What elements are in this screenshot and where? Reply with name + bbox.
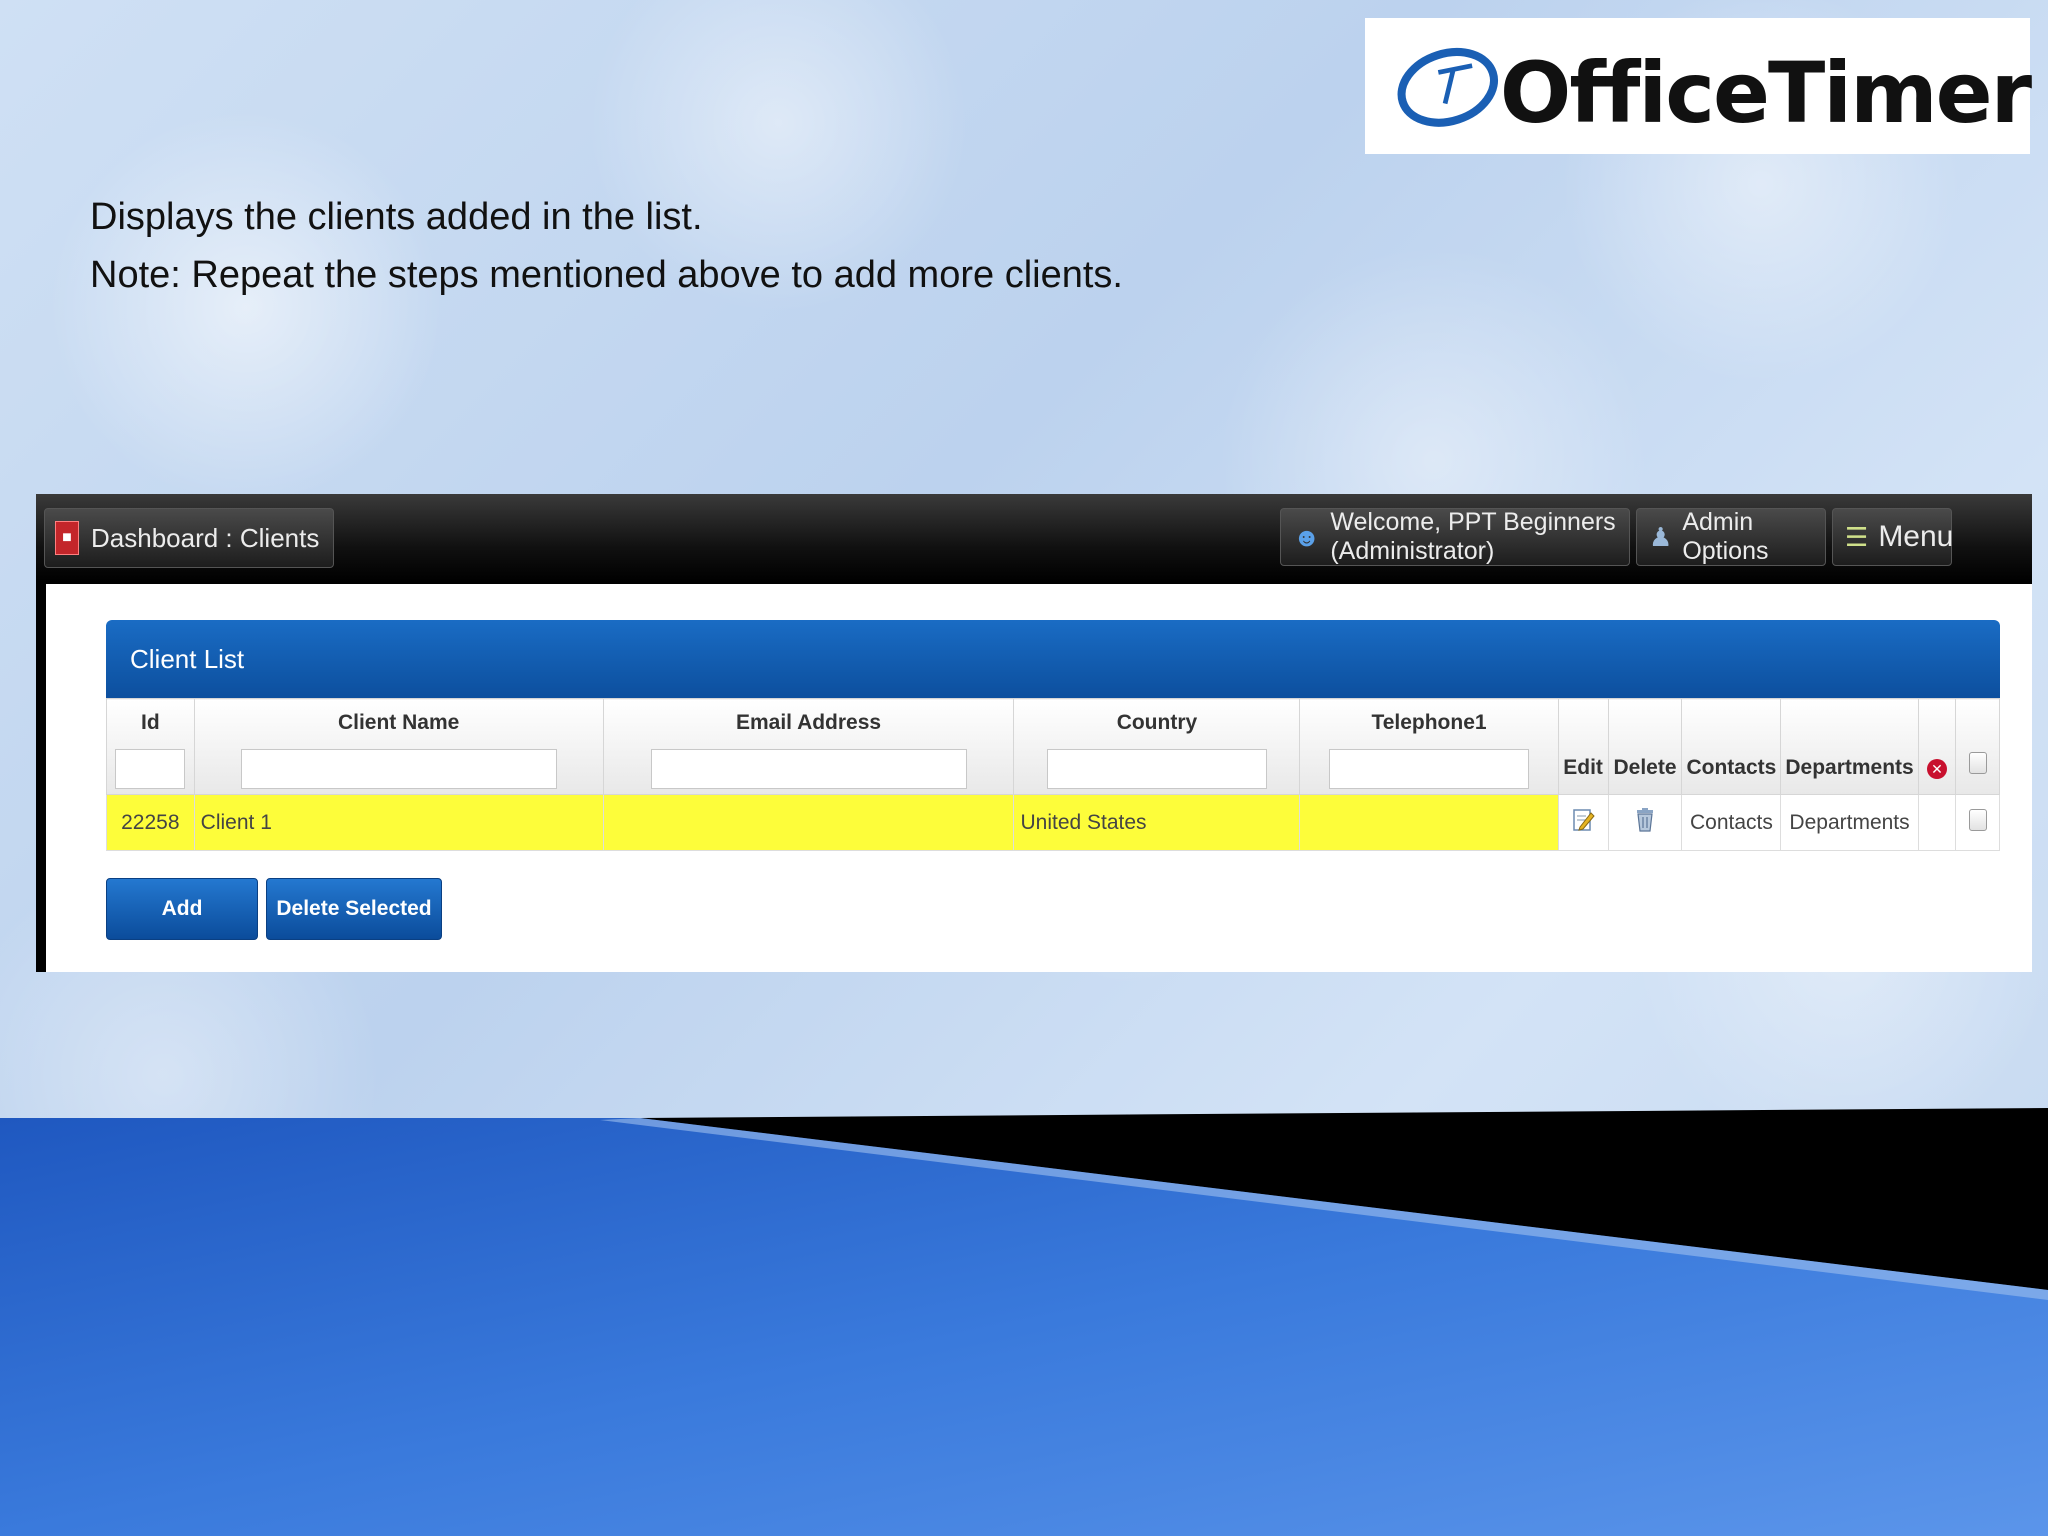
column-label-id: Id — [141, 711, 160, 734]
intro-line-2: Note: Repeat the steps mentioned above t… — [90, 254, 1123, 296]
edit-icon[interactable] — [1571, 807, 1595, 833]
filter-input-telephone[interactable] — [1329, 749, 1529, 789]
admin-options-label: Admin Options — [1682, 508, 1769, 565]
column-label-contacts: Contacts — [1686, 756, 1777, 779]
welcome-label: Welcome, PPT Beginners (Administrator) — [1330, 508, 1616, 565]
menu-button[interactable]: ☰ Menu — [1832, 508, 1954, 566]
column-header-contacts: Contacts — [1681, 698, 1782, 795]
cell-id: 22258 — [106, 794, 195, 851]
column-label-telephone: Telephone1 — [1371, 711, 1487, 734]
delete-all-icon[interactable]: ✕ — [1927, 759, 1948, 779]
clock-logo-icon — [1397, 47, 1499, 127]
brand-name: OfficeTimer — [1499, 44, 2032, 142]
filter-input-id[interactable] — [115, 749, 186, 789]
column-header-delete: Delete — [1607, 698, 1683, 795]
column-header-select-all — [1955, 698, 2000, 795]
user-icon: ☻ — [1293, 521, 1321, 552]
column-header-delete-all: ✕ — [1917, 698, 1957, 795]
column-header-departments: Departments — [1780, 698, 1919, 795]
menu-label: Menu — [1878, 520, 1954, 553]
breadcrumb-label: Dashboard : Clients — [91, 522, 320, 553]
table-row[interactable]: 22258 Client 1 United States Contacts De… — [106, 794, 2000, 851]
column-header-client-name: Client Name — [193, 698, 604, 795]
filter-input-country[interactable] — [1046, 749, 1267, 789]
client-list-header: Client List — [106, 620, 2000, 698]
admin-person-icon: ♟ — [1649, 521, 1673, 552]
cell-client-name: Client 1 — [193, 794, 604, 851]
add-button[interactable]: Add — [106, 878, 258, 940]
officetimer-logo: OfficeTimer — [1365, 18, 2032, 154]
select-all-checkbox[interactable] — [1968, 752, 1987, 774]
column-label-delete: Delete — [1613, 756, 1677, 779]
content-area: Client List Id Client Name Email Address… — [46, 584, 2032, 972]
top-navigation-bar: ■ Dashboard : Clients ☻ Welcome, PPT Beg… — [36, 494, 2032, 582]
row-checkbox[interactable] — [1968, 808, 1987, 831]
cell-country: United States — [1013, 794, 1301, 851]
cell-contacts-link[interactable]: Contacts — [1681, 794, 1782, 851]
panel-title: Client List — [130, 643, 245, 674]
cell-telephone — [1299, 794, 1559, 851]
cell-departments-link[interactable]: Departments — [1780, 794, 1919, 851]
app-window: ■ Dashboard : Clients ☻ Welcome, PPT Beg… — [36, 494, 2032, 972]
column-header-email: Email Address — [602, 698, 1015, 795]
column-header-country: Country — [1013, 698, 1301, 795]
column-header-telephone: Telephone1 — [1299, 698, 1559, 795]
cell-email — [602, 794, 1015, 851]
welcome-user-button[interactable]: ☻ Welcome, PPT Beginners (Administrator) — [1280, 508, 1630, 566]
column-label-client-name: Client Name — [337, 711, 460, 734]
column-label-departments: Departments — [1785, 756, 1914, 779]
column-header-edit: Edit — [1557, 698, 1609, 795]
intro-text: Displays the clients added in the list. … — [90, 196, 1123, 312]
intro-line-1: Displays the clients added in the list. — [90, 196, 703, 238]
column-label-country: Country — [1116, 711, 1198, 734]
table-header-row: Id Client Name Email Address Country Tel… — [106, 698, 2000, 795]
menu-list-icon: ☰ — [1845, 521, 1869, 552]
column-header-id: Id — [106, 698, 195, 795]
filter-input-client-name[interactable] — [240, 749, 557, 789]
delete-selected-button[interactable]: Delete Selected — [266, 878, 442, 940]
filter-input-email[interactable] — [650, 749, 967, 789]
column-label-edit: Edit — [1563, 756, 1603, 779]
trash-icon[interactable] — [1634, 807, 1656, 833]
cell-select — [1955, 794, 2000, 851]
admin-options-button[interactable]: ♟ Admin Options — [1636, 508, 1826, 566]
cell-edit — [1557, 794, 1609, 851]
breadcrumb[interactable]: ■ Dashboard : Clients — [44, 508, 335, 568]
dashboard-icon: ■ — [55, 521, 79, 555]
client-table: Id Client Name Email Address Country Tel… — [106, 698, 2000, 851]
cell-empty — [1917, 794, 1957, 851]
column-label-email: Email Address — [735, 711, 882, 734]
cell-delete — [1607, 794, 1683, 851]
